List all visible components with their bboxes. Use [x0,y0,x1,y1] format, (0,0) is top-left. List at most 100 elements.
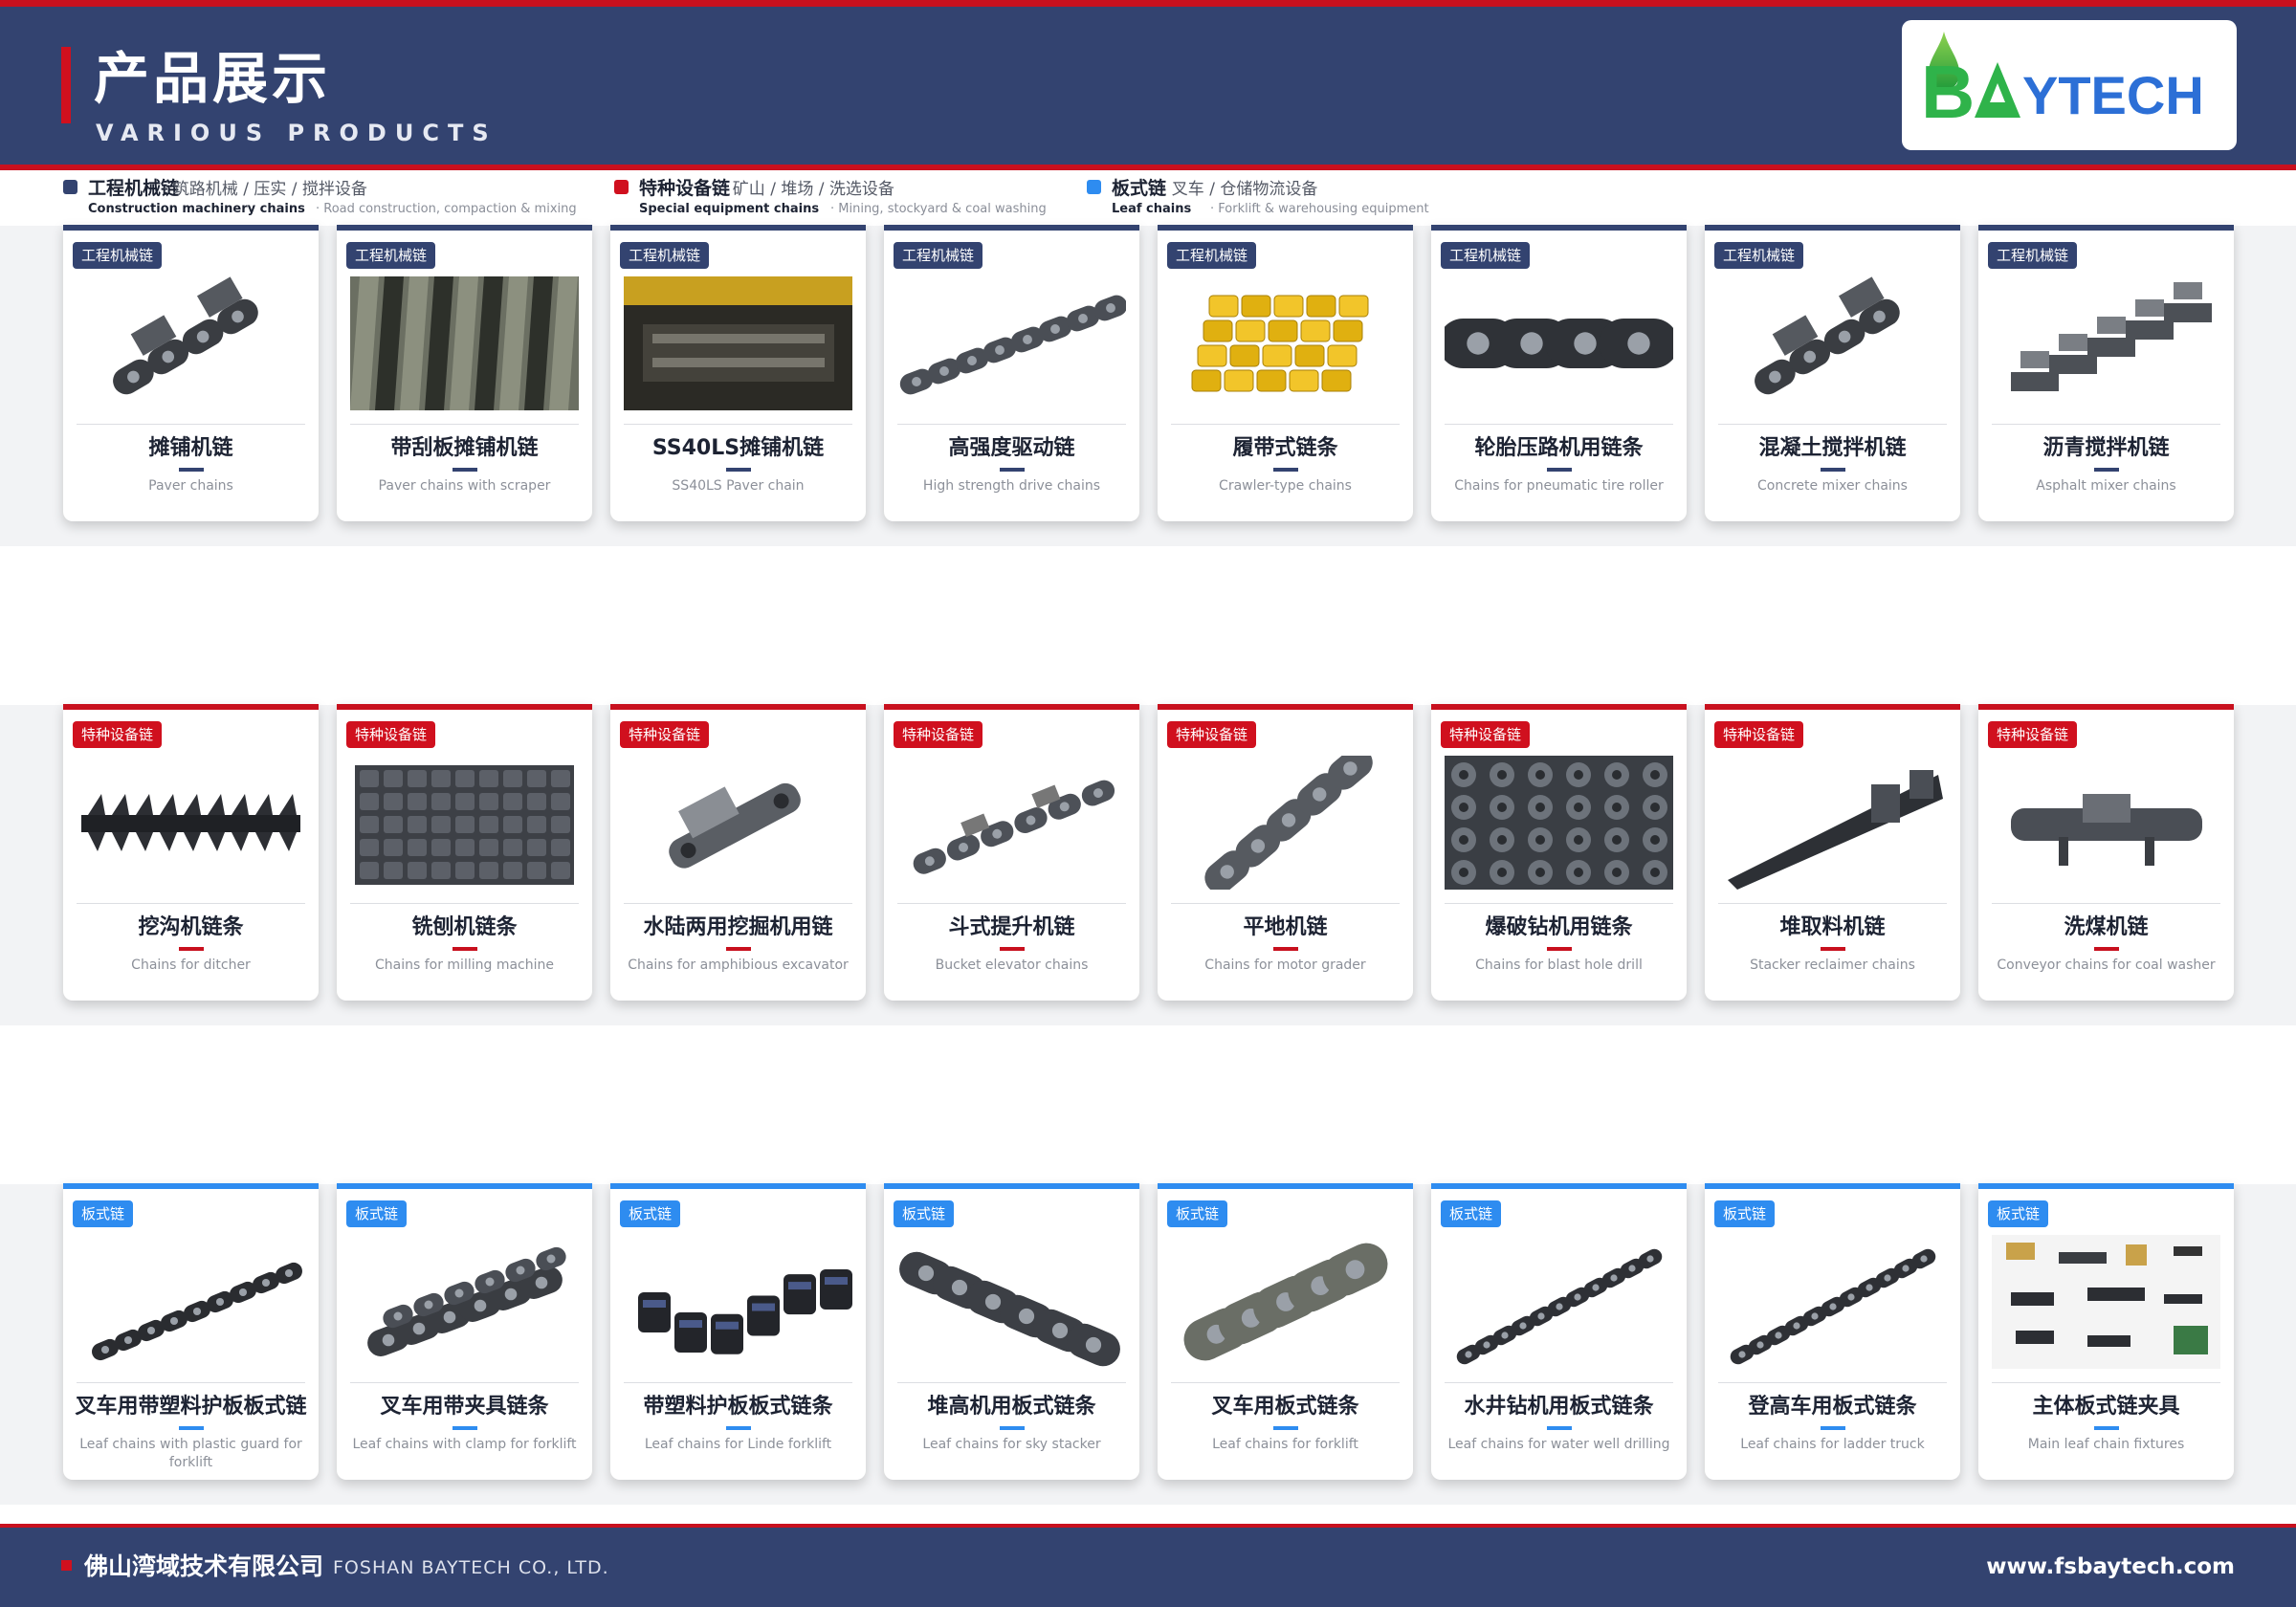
product-image[interactable] [1171,276,1400,410]
product-name-en: Leaf chains with clamp for forklift [352,1437,577,1452]
product-image[interactable] [350,276,579,410]
product-card[interactable]: 特种设备链 挖沟机链条 Chains for ditcher [63,704,319,1001]
product-card[interactable]: 特种设备链平地机链 Chains for motor grader [1158,704,1413,1001]
website-link[interactable]: www.fsbaytech.com [1986,1554,2235,1579]
product-image[interactable] [77,1235,305,1369]
product-name: 平地机链 [1243,915,1328,939]
product-card[interactable]: 工程机械链 SS40LS摊铺机链 SS40LS Paver chain [610,225,866,521]
company-name-en: FOSHAN BAYTECH CO., LTD. [333,1557,609,1578]
product-name: 轮胎压路机用链条 [1474,436,1644,460]
product-card[interactable]: 特种设备链 洗煤机链 Conveyor chains for coal washer [1978,704,2234,1001]
card-divider [1992,903,2220,904]
company-logo[interactable]: B YTECH [1902,20,2237,150]
category-badge: 特种设备链 [1714,721,1804,748]
product-card[interactable]: 特种设备链 堆取料机链 Stacker reclaimer chains [1705,704,1960,1001]
card-divider [1171,1382,1400,1383]
product-image[interactable] [77,756,305,890]
product-name-en: Chains for ditcher [131,958,251,973]
category-badge: 特种设备链 [1167,721,1257,748]
product-name: 水陆两用挖掘机用链 [643,915,833,939]
product-name: 叉车用带夹具链条 [380,1395,549,1419]
product-name: 堆取料机链 [1779,915,1886,939]
product-image[interactable] [1992,276,2220,410]
product-image[interactable] [350,756,579,890]
product-card[interactable]: 工程机械链 轮胎压路机用链条 Chains for pneumatic tire r… [1431,225,1687,521]
product-card[interactable]: 板式链 水井钻机用板式链条 Leaf chains for water well d… [1431,1183,1687,1480]
product-image[interactable] [624,1235,852,1369]
card-divider [624,424,852,425]
category-badge: 特种设备链 [1441,721,1531,748]
product-image[interactable] [1171,1235,1400,1369]
name-underline [1273,947,1298,951]
product-card[interactable]: 特种设备链 铣刨机链条 Chains for milling machine [337,704,592,1001]
product-card[interactable]: 特种设备链 水陆两用挖掘机用链 Chains for amphibious exca… [610,704,866,1001]
product-name: 堆高机用板式链条 [927,1395,1096,1419]
product-image[interactable] [624,756,852,890]
category-badge: 工程机械链 [1167,242,1257,269]
legend-description: · 叉车 / 仓储物流设备 [1161,180,1318,199]
product-image[interactable] [897,276,1126,410]
product-image[interactable] [897,1235,1126,1369]
product-image[interactable] [1718,756,1947,890]
product-card[interactable]: 板式链 叉车用带塑料护板板式链 Leaf chains with plastic g… [63,1183,319,1480]
product-card[interactable]: 板式链 带塑料护板板式链条 Leaf chains for Linde forkli… [610,1183,866,1480]
name-underline [1000,947,1025,951]
wide-plate-chain-icon [355,765,574,885]
product-name-en: Leaf chains for forklift [1212,1437,1358,1452]
product-image[interactable] [1445,276,1673,410]
product-image[interactable] [1992,1235,2220,1369]
product-image[interactable] [1445,1235,1673,1369]
product-image[interactable] [1171,756,1400,890]
product-card[interactable]: 工程机械链 摊铺机链 Paver chains [63,225,319,521]
product-card[interactable]: 板式链 叉车用带夹具链条 Leaf chains with clamp for fo… [337,1183,592,1480]
product-name: 叉车用板式链条 [1211,1395,1359,1419]
card-divider [1445,424,1673,425]
product-image[interactable] [1718,1235,1947,1369]
product-card[interactable]: 工程机械链 高强度驱动链 High strength drive chains [884,225,1139,521]
category-badge: 特种设备链 [346,721,436,748]
product-name: 挖沟机链条 [138,915,244,939]
product-card[interactable]: 板式链 登高车用板式链条 Leaf chains for ladder truck [1705,1183,1960,1480]
product-name-en: SS40LS Paver chain [672,478,805,494]
product-name-en: Paver chains with scraper [378,478,551,494]
product-image[interactable] [624,276,852,410]
product-card[interactable]: 工程机械链 履带式链条 Crawler-type chains [1158,225,1413,521]
name-underline [1821,468,1845,472]
name-underline [453,1426,477,1430]
product-card[interactable]: 板式链 叉车用板式链条 Leaf chains for forklift [1158,1183,1413,1480]
category-badge: 工程机械链 [346,242,436,269]
name-underline [2094,947,2119,951]
legend-description-en: · Forklift & warehousing equipment [1210,202,1429,216]
card-divider [1445,903,1673,904]
card-divider [897,1382,1126,1383]
product-name-en: Chains for amphibious excavator [628,958,849,973]
page-subtitle: VARIOUS PRODUCTS [96,120,497,146]
category-badge: 特种设备链 [1988,721,2078,748]
name-underline [726,468,751,472]
product-image[interactable] [1992,756,2220,890]
product-card[interactable]: 工程机械链 混凝土搅拌机链 Concrete mixer chains [1705,225,1960,521]
product-card[interactable]: 板式链 堆高机用板式链条 Leaf chains for sky stacker [884,1183,1139,1480]
product-image[interactable] [897,756,1126,890]
product-name: 叉车用带塑料护板板式链 [75,1395,307,1419]
name-underline [453,947,477,951]
footer-accent [61,1560,72,1571]
category-badge: 特种设备链 [894,721,983,748]
product-name: SS40LS摊铺机链 [651,436,825,460]
product-name-en: Asphalt mixer chains [2036,478,2176,494]
product-image[interactable] [1445,756,1673,890]
product-card[interactable]: 工程机械链 沥青搅拌机链 Asphalt mixer chains [1978,225,2234,521]
product-card[interactable]: 板式链 主体板式链夹具 Main leaf chain fixtures [1978,1183,2234,1480]
product-name: 主体板式链夹具 [2032,1395,2180,1419]
product-name-en: Chains for motor grader [1204,958,1366,973]
product-name: 带塑料护板板式链条 [643,1395,833,1419]
product-card[interactable]: 特种设备链 斗式提升机链 Bucket elevator chains [884,704,1139,1001]
product-image[interactable] [77,276,305,410]
name-underline [1547,947,1572,951]
product-card[interactable]: 工程机械链 带刮板摊铺机链 Paver chains with scraper [337,225,592,521]
product-image[interactable] [1718,276,1947,410]
product-image[interactable] [350,1235,579,1369]
name-underline [2094,1426,2119,1430]
product-card[interactable]: 特种设备链 爆破钻机用链条 Chains for blast hole drill [1431,704,1687,1001]
product-name-en: High strength drive chains [922,478,1101,494]
